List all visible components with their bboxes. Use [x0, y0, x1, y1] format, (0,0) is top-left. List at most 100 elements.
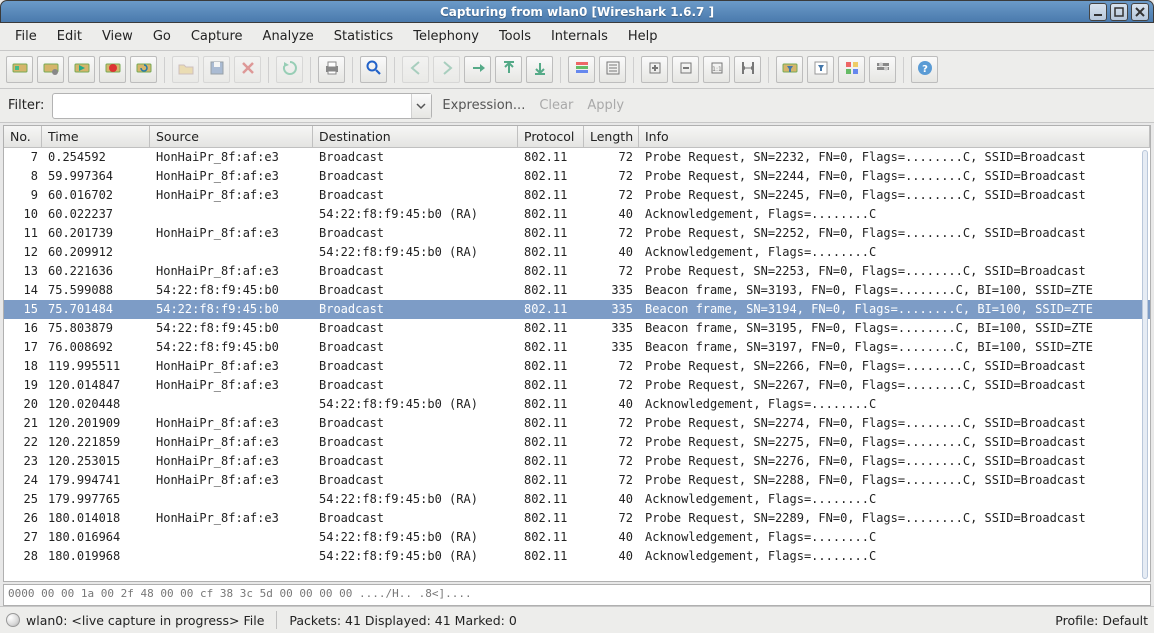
- packet-row[interactable]: 27180.01696454:22:f8:f9:45:b0 (RA)802.11…: [4, 528, 1150, 547]
- cell-time: 0.254592: [42, 148, 150, 167]
- toolbar-zoom-out-button[interactable]: [672, 56, 699, 83]
- toolbar-auto-scroll-button[interactable]: [599, 56, 626, 83]
- filter-clear-link[interactable]: Clear: [539, 98, 573, 113]
- cell-len: 72: [584, 509, 639, 528]
- col-header-length[interactable]: Length: [584, 126, 639, 147]
- toolbar-interfaces-button[interactable]: [6, 56, 33, 83]
- cell-info: Acknowledgement, Flags=........C: [639, 395, 1150, 414]
- cell-len: 72: [584, 433, 639, 452]
- packet-row[interactable]: 1260.20991254:22:f8:f9:45:b0 (RA)802.114…: [4, 243, 1150, 262]
- cell-no: 25: [4, 490, 42, 509]
- vertical-scrollbar[interactable]: [1142, 150, 1148, 579]
- packet-row[interactable]: 18119.995511HonHaiPr_8f:af:e3Broadcast80…: [4, 357, 1150, 376]
- packet-row[interactable]: 960.016702HonHaiPr_8f:af:e3Broadcast802.…: [4, 186, 1150, 205]
- toolbar-restart-button[interactable]: [130, 56, 157, 83]
- packet-row[interactable]: 1675.80387954:22:f8:f9:45:b0Broadcast802…: [4, 319, 1150, 338]
- menu-edit[interactable]: Edit: [48, 26, 91, 47]
- cell-no: 20: [4, 395, 42, 414]
- toolbar-preferences-button[interactable]: [869, 56, 896, 83]
- toolbar-close-button: [234, 56, 261, 83]
- col-header-no[interactable]: No.: [4, 126, 42, 147]
- toolbar-go-first-button[interactable]: [495, 56, 522, 83]
- close-icon: [239, 59, 257, 81]
- menu-statistics[interactable]: Statistics: [325, 26, 402, 47]
- cell-len: 40: [584, 490, 639, 509]
- col-header-info[interactable]: Info: [639, 126, 1150, 147]
- hex-pane[interactable]: 0000 00 00 1a 00 2f 48 00 00 cf 38 3c 5d…: [3, 584, 1151, 606]
- packet-row[interactable]: 1360.221636HonHaiPr_8f:af:e3Broadcast802…: [4, 262, 1150, 281]
- packet-row[interactable]: 1575.70148454:22:f8:f9:45:b0Broadcast802…: [4, 300, 1150, 319]
- cell-src: HonHaiPr_8f:af:e3: [150, 452, 313, 471]
- cell-proto: 802.11: [518, 319, 584, 338]
- cell-dst: Broadcast: [313, 319, 518, 338]
- packet-row[interactable]: 859.997364HonHaiPr_8f:af:e3Broadcast802.…: [4, 167, 1150, 186]
- packet-row[interactable]: 23120.253015HonHaiPr_8f:af:e3Broadcast80…: [4, 452, 1150, 471]
- filter-input[interactable]: [53, 94, 410, 118]
- menu-file[interactable]: File: [6, 26, 46, 47]
- menu-tools[interactable]: Tools: [490, 26, 540, 47]
- coloring-rules-icon: [843, 59, 861, 81]
- toolbar-zoom-100-button[interactable]: 1:1: [703, 56, 730, 83]
- preferences-icon: [874, 59, 892, 81]
- packet-row[interactable]: 20120.02044854:22:f8:f9:45:b0 (RA)802.11…: [4, 395, 1150, 414]
- svg-text:1:1: 1:1: [712, 66, 722, 73]
- packet-list-body[interactable]: 70.254592HonHaiPr_8f:af:e3Broadcast802.1…: [4, 148, 1150, 581]
- toolbar-go-to-button[interactable]: [464, 56, 491, 83]
- window-minimize-button[interactable]: [1089, 3, 1107, 21]
- toolbar-capture-options-button[interactable]: [37, 56, 64, 83]
- find-icon: [365, 59, 383, 81]
- window-close-button[interactable]: [1131, 3, 1149, 21]
- packet-row[interactable]: 25179.99776554:22:f8:f9:45:b0 (RA)802.11…: [4, 490, 1150, 509]
- cell-src: HonHaiPr_8f:af:e3: [150, 148, 313, 167]
- menu-go[interactable]: Go: [144, 26, 180, 47]
- cell-proto: 802.11: [518, 452, 584, 471]
- packet-row[interactable]: 22120.221859HonHaiPr_8f:af:e3Broadcast80…: [4, 433, 1150, 452]
- packet-row[interactable]: 1060.02223754:22:f8:f9:45:b0 (RA)802.114…: [4, 205, 1150, 224]
- menu-internals[interactable]: Internals: [542, 26, 617, 47]
- toolbar-find-button[interactable]: [360, 56, 387, 83]
- packet-row[interactable]: 19120.014847HonHaiPr_8f:af:e3Broadcast80…: [4, 376, 1150, 395]
- toolbar-zoom-in-button[interactable]: [641, 56, 668, 83]
- packet-row[interactable]: 70.254592HonHaiPr_8f:af:e3Broadcast802.1…: [4, 148, 1150, 167]
- status-profile[interactable]: Profile: Default: [1055, 613, 1148, 628]
- menu-analyze[interactable]: Analyze: [254, 26, 323, 47]
- packet-row[interactable]: 1160.201739HonHaiPr_8f:af:e3Broadcast802…: [4, 224, 1150, 243]
- filter-apply-link[interactable]: Apply: [587, 98, 624, 113]
- toolbar-resize-cols-button[interactable]: [734, 56, 761, 83]
- cell-src: 54:22:f8:f9:45:b0: [150, 300, 313, 319]
- toolbar-coloring-rules-button[interactable]: [838, 56, 865, 83]
- cell-time: 180.019968: [42, 547, 150, 566]
- cell-info: Acknowledgement, Flags=........C: [639, 490, 1150, 509]
- toolbar-print-button[interactable]: [318, 56, 345, 83]
- toolbar-display-filters-button[interactable]: [807, 56, 834, 83]
- col-header-proto[interactable]: Protocol: [518, 126, 584, 147]
- packet-list-pane: No. Time Source Destination Protocol Len…: [3, 125, 1151, 582]
- toolbar-capture-filters-button[interactable]: [776, 56, 803, 83]
- status-sep: [276, 611, 277, 629]
- toolbar-go-last-button[interactable]: [526, 56, 553, 83]
- toolbar-start-button[interactable]: [68, 56, 95, 83]
- packet-row[interactable]: 1475.59908854:22:f8:f9:45:b0Broadcast802…: [4, 281, 1150, 300]
- col-header-dest[interactable]: Destination: [313, 126, 518, 147]
- filter-combo[interactable]: [52, 93, 432, 119]
- packet-row[interactable]: 21120.201909HonHaiPr_8f:af:e3Broadcast80…: [4, 414, 1150, 433]
- window-maximize-button[interactable]: [1110, 3, 1128, 21]
- col-header-source[interactable]: Source: [150, 126, 313, 147]
- menu-telephony[interactable]: Telephony: [404, 26, 488, 47]
- cell-dst: 54:22:f8:f9:45:b0 (RA): [313, 395, 518, 414]
- packet-row[interactable]: 1776.00869254:22:f8:f9:45:b0Broadcast802…: [4, 338, 1150, 357]
- toolbar-stop-button[interactable]: [99, 56, 126, 83]
- cell-dst: Broadcast: [313, 471, 518, 490]
- menu-help[interactable]: Help: [619, 26, 667, 47]
- filter-dropdown-arrow[interactable]: [411, 94, 432, 118]
- toolbar-colorize-button[interactable]: [568, 56, 595, 83]
- menu-view[interactable]: View: [93, 26, 142, 47]
- menu-capture[interactable]: Capture: [182, 26, 252, 47]
- packet-row[interactable]: 24179.994741HonHaiPr_8f:af:e3Broadcast80…: [4, 471, 1150, 490]
- packet-row[interactable]: 28180.01996854:22:f8:f9:45:b0 (RA)802.11…: [4, 547, 1150, 566]
- toolbar-help-button[interactable]: ?: [911, 56, 938, 83]
- col-header-time[interactable]: Time: [42, 126, 150, 147]
- packet-row[interactable]: 26180.014018HonHaiPr_8f:af:e3Broadcast80…: [4, 509, 1150, 528]
- menu-bar: File Edit View Go Capture Analyze Statis…: [0, 23, 1154, 51]
- filter-expression-link[interactable]: Expression...: [442, 98, 525, 113]
